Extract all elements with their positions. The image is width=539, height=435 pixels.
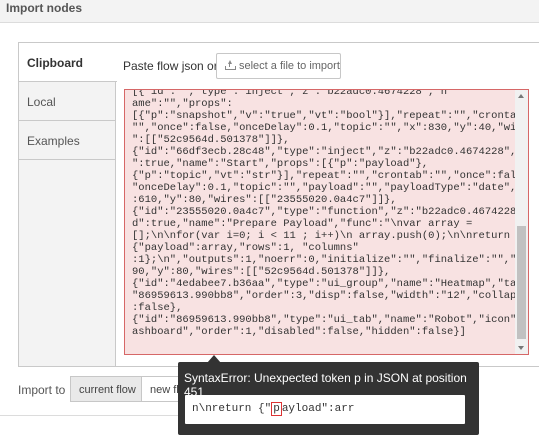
code-line: {"id":"23555020.0a4c7","type":"function"… — [132, 206, 529, 218]
flow-json-editor[interactable]: [{"id":"","type":"inject","z":"b22adc0.4… — [124, 89, 529, 355]
code-line: 90,"y":80,"wires":[["52c9564d.501378"]]}… — [132, 266, 391, 278]
code-line: "onceDelay":0.1,"topic":"","payload":"",… — [132, 182, 529, 194]
select-file-button[interactable]: select a file to import — [216, 53, 341, 79]
error-tooltip: SyntaxError: Unexpected token p in JSON … — [178, 362, 479, 435]
code-line: [{"id":"","type":"inject","z":"b22adc0.4… — [132, 89, 448, 98]
editor-scrollbar[interactable] — [515, 90, 528, 354]
import-to-label: Import to — [18, 383, 66, 397]
tab-local[interactable]: Local — [19, 82, 116, 121]
footer-divider — [0, 415, 178, 416]
paste-flow-label: Paste flow json or — [123, 59, 218, 73]
code-line: ashboard","order":1,"disabled":false,"hi… — [132, 326, 466, 338]
code-line: {"id":"4edabee7.b36aa","type":"ui_group"… — [132, 278, 529, 290]
code-line: "86959613.990bb8","order":3,"disp":false… — [132, 290, 529, 302]
upload-icon — [225, 60, 236, 70]
code-line: :1};\n","outputs":1,"noerr":0,"initializ… — [132, 254, 529, 266]
code-line: {"payload":array,"rows":1, "columns" — [132, 242, 359, 254]
code-line: :610,"y":80,"wires":[["23555020.0a4c7"]]… — [132, 194, 397, 206]
dialog-header: Import nodes — [0, 0, 539, 23]
code-line: [{"p":"snapshot","v":"true","vt":"bool"}… — [132, 110, 529, 122]
scroll-up-icon[interactable] — [518, 94, 524, 98]
code-line: ":true,"name":"Start","props":[{"p":"pay… — [132, 158, 429, 170]
code-line: "","once":false,"onceDelay":0.1,"topic":… — [132, 122, 529, 134]
code-line: :false}, — [132, 302, 183, 314]
snippet-after: ayload":arr — [281, 403, 355, 415]
code-line: [];\n\nfor(var i=0; i < 11 ; i++)\n arra… — [132, 230, 511, 242]
code-line: d":true,"name":"Prepare Payload","func":… — [132, 218, 473, 230]
snippet-before: n\nreturn {" — [192, 403, 272, 415]
tab-clipboard[interactable]: Clipboard — [19, 43, 117, 82]
code-line: {"id":"86959613.990bb8","type":"ui_tab",… — [132, 314, 529, 326]
scrollbar-thumb[interactable] — [517, 226, 526, 339]
tab-examples[interactable]: Examples — [19, 121, 116, 160]
import-source-tabs: Clipboard Local Examples — [19, 43, 117, 366]
current-flow-button[interactable]: current flow — [70, 376, 142, 402]
scroll-down-icon[interactable] — [518, 346, 524, 350]
select-file-label: select a file to import — [239, 60, 340, 72]
snippet-error-mark: p — [271, 402, 282, 416]
dialog-title: Import nodes — [6, 1, 83, 15]
import-panel: Clipboard Local Examples Paste flow json… — [18, 42, 539, 367]
code-line: ":[["52c9564d.501378"]]}, — [132, 134, 290, 146]
code-line: {"p":"topic","vt":"str"}],"repeat":"","c… — [132, 170, 529, 182]
code-line: {"id":"66df3ecb.28c48","type":"inject","… — [132, 146, 529, 158]
error-snippet: n\nreturn {" p ayload":arr — [185, 395, 465, 424]
flow-json-text[interactable]: [{"id":"","type":"inject","z":"b22adc0.4… — [132, 89, 529, 338]
code-line: ame":"","props": — [132, 98, 233, 110]
import-nodes-dialog: Import nodes Clipboard Local Examples Pa… — [0, 0, 539, 435]
